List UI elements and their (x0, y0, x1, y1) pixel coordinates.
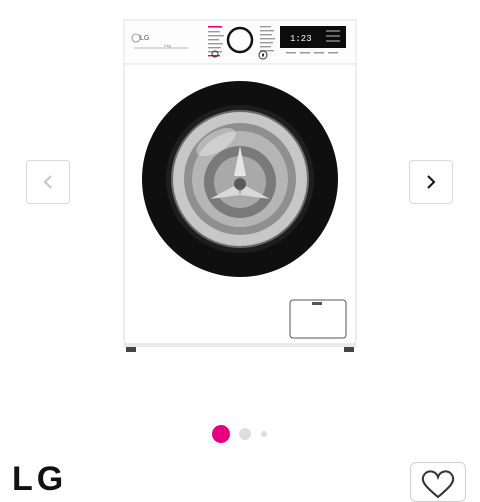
brand-name: LG (12, 460, 68, 498)
pagination-dot[interactable] (239, 428, 251, 440)
display-readout: 1:23 (290, 34, 312, 44)
wishlist-button[interactable] (410, 462, 466, 502)
chevron-right-icon (427, 175, 436, 189)
product-gallery: LG 9 kg 1:23 (0, 0, 480, 400)
previous-image-button[interactable] (26, 160, 70, 204)
product-image: LG 9 kg 1:23 (123, 19, 357, 352)
heart-outline-icon (421, 470, 455, 499)
filter-hatch (289, 299, 347, 339)
gallery-pagination (0, 424, 480, 444)
program-dial (226, 26, 254, 54)
appliance-logo: LG (140, 35, 149, 42)
pagination-dot-active[interactable] (212, 425, 230, 443)
capacity-label: 9 kg (164, 44, 171, 48)
chevron-left-icon (43, 175, 52, 189)
pagination-dot[interactable] (261, 431, 267, 437)
next-image-button[interactable] (409, 160, 453, 204)
